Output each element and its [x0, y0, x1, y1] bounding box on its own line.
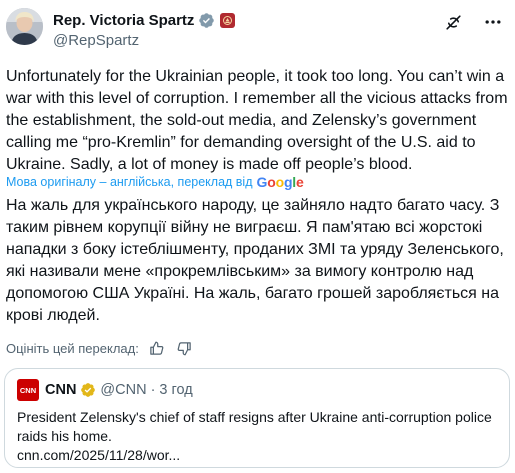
meta-separator: · [150, 382, 156, 398]
translation-meta-label[interactable]: Мова оригіналу – англійська, переклад ві… [6, 175, 253, 189]
thumbs-up-icon[interactable] [147, 338, 167, 358]
author-name[interactable]: Rep. Victoria Spartz [53, 12, 194, 29]
grok-icon[interactable] [443, 12, 463, 32]
rate-translation-label: Оцініть цей переклад: [6, 340, 139, 356]
quoted-post-body: President Zelensky's chief of staff resi… [17, 408, 503, 465]
cnn-logo-text: CNN [19, 385, 37, 395]
quoted-post-time[interactable]: 3 год [159, 382, 192, 398]
google-logo: Google [256, 174, 304, 190]
quoted-post-text: President Zelensky's chief of staff resi… [17, 409, 492, 444]
verified-organization-badge-icon [81, 383, 96, 397]
quoted-post-header: CNN CNN @CNN · 3 год [17, 379, 193, 401]
translation-meta[interactable]: Мова оригіналу – англійська, переклад ві… [6, 174, 304, 190]
quoted-author-handle[interactable]: @CNN [100, 382, 146, 398]
author-name-row: Rep. Victoria Spartz [53, 10, 236, 30]
tweet-text: Unfortunately for the Ukrainian people, … [6, 68, 508, 173]
more-options-icon[interactable] [483, 12, 503, 32]
quoted-author-name[interactable]: CNN [45, 382, 76, 398]
translated-text: На жаль для українського народу, це зайн… [6, 197, 504, 324]
cnn-logo[interactable]: CNN [17, 379, 39, 401]
rate-translation-row: Оцініть цей переклад: [6, 338, 195, 358]
header-actions [443, 12, 503, 32]
quoted-post-card[interactable]: CNN CNN @CNN · 3 год President Zelensky'… [4, 368, 510, 468]
verified-badge-icon [199, 12, 215, 28]
thumbs-down-icon[interactable] [175, 338, 195, 358]
house-of-representatives-badge-icon [220, 12, 236, 28]
quoted-post-link[interactable]: cnn.com/2025/11/28/wor... [17, 446, 503, 465]
author-handle[interactable]: @RepSpartz [53, 32, 139, 49]
avatar[interactable] [6, 8, 43, 45]
